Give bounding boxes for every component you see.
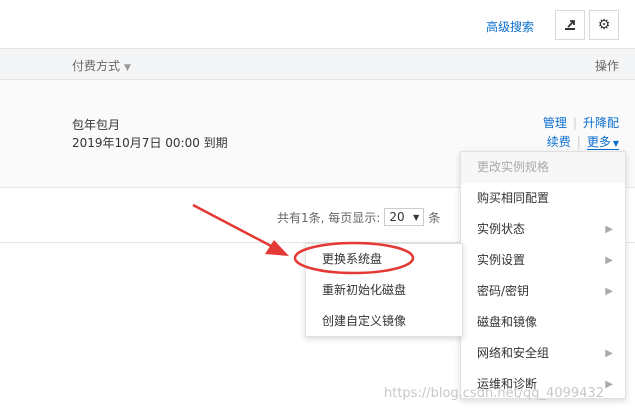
highlight-circle <box>293 241 415 275</box>
watermark: https://blog.csdn.net/qq_4099432 <box>384 386 604 401</box>
annotation-arrow-head <box>265 240 289 256</box>
annotation-arrow-shaft <box>192 203 274 249</box>
annotation-overlay <box>192 203 415 275</box>
